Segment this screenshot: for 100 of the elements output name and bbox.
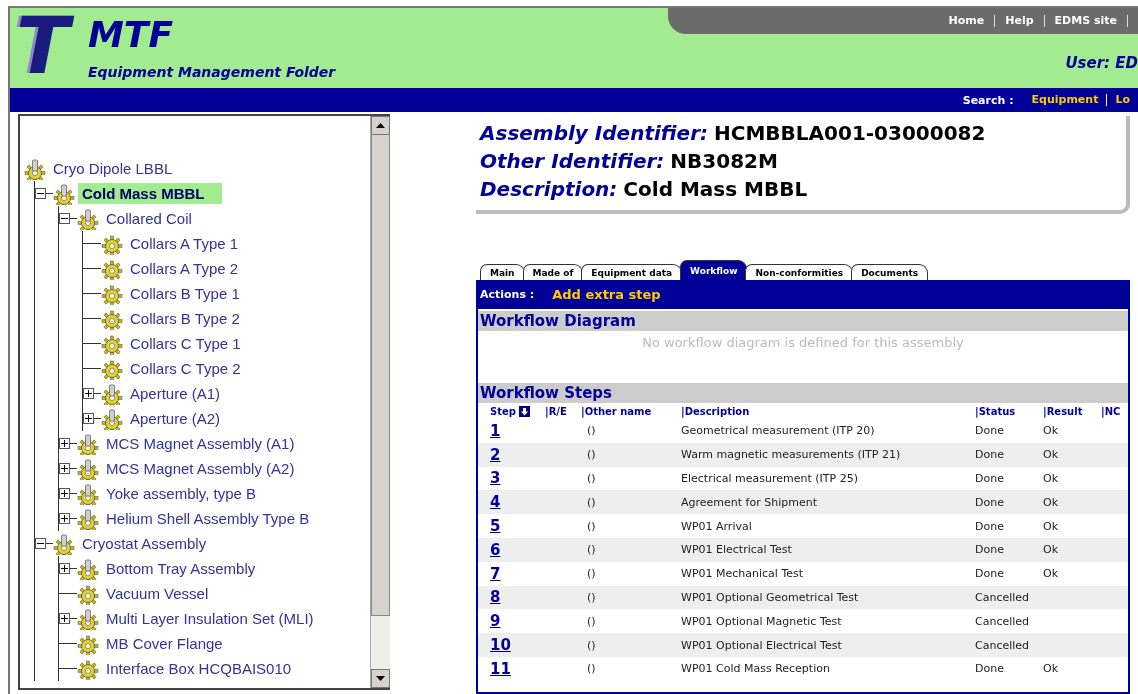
tree-item[interactable]: Collars B Type 2 — [126, 308, 244, 329]
scrollbar[interactable] — [370, 116, 390, 688]
expand-toggle[interactable] — [59, 613, 70, 624]
tree-item[interactable]: Cryostat Assembly — [78, 533, 211, 554]
tree-item[interactable]: Interface Box HCQBAIS010 — [102, 658, 296, 679]
table-cell-text: WP01 Mechanical Test — [681, 567, 805, 581]
table-cell-text: Done — [975, 519, 1005, 533]
table-cell-text: () — [586, 448, 597, 462]
tree-item[interactable]: Collars A Type 1 — [126, 233, 243, 254]
scroll-down-button[interactable] — [371, 669, 390, 688]
step-link[interactable]: 8 — [490, 588, 501, 607]
tree-item[interactable]: Multi Layer Insulation Set (MLI) — [102, 608, 318, 629]
tree-item[interactable]: Vacuum Vessel — [102, 583, 213, 604]
gear-bolt-icon — [101, 382, 123, 405]
user-label: User: ED — [1065, 54, 1138, 72]
gear-icon — [101, 307, 123, 330]
step-link[interactable]: 6 — [490, 540, 501, 559]
column-header[interactable]: |Result — [1043, 405, 1083, 417]
gear-bolt-icon — [77, 432, 99, 455]
tree-item[interactable]: Yoke assembly, type B — [102, 483, 261, 504]
gear-icon — [101, 357, 123, 380]
table-cell-text: Ok — [1043, 495, 1060, 509]
step-link[interactable]: 11 — [490, 659, 511, 678]
step-link[interactable]: 2 — [490, 445, 501, 464]
identifier-value: HCMBBLA001-03000082 — [714, 121, 986, 145]
search-link[interactable]: Equipment — [1023, 94, 1107, 106]
expand-toggle[interactable] — [59, 488, 70, 499]
table-cell-text: Done — [975, 543, 1005, 557]
tab[interactable]: Equipment data — [581, 264, 683, 280]
step-link[interactable]: 3 — [490, 469, 501, 488]
table-cell-text: Done — [975, 448, 1005, 462]
step-link[interactable]: 1 — [490, 421, 501, 440]
table-cell-text: Ok — [1043, 424, 1060, 438]
tab[interactable]: Non-conformities — [745, 264, 854, 280]
tree-item[interactable]: Collars C Type 2 — [126, 358, 245, 379]
identifier-label: Assembly Identifier: — [480, 121, 708, 145]
tree-item[interactable]: Bottom Tray Assembly — [102, 558, 260, 579]
tree-item[interactable]: Helium Shell Assembly Type B — [102, 508, 314, 529]
step-link[interactable]: 7 — [490, 564, 501, 583]
nav-link[interactable]: Help — [995, 15, 1045, 27]
tree-item[interactable]: Cold Mass MBBL — [78, 183, 222, 204]
table-cell-text: Ok — [1043, 472, 1060, 485]
scroll-thumb[interactable] — [371, 135, 390, 616]
gear-bolt-icon — [77, 457, 99, 480]
plus-icon — [61, 615, 68, 622]
tree-item[interactable]: Collars A Type 2 — [126, 258, 243, 279]
table-cell-text: () — [586, 614, 597, 628]
column-header[interactable]: Step — [490, 405, 516, 417]
scroll-up-button[interactable] — [371, 116, 390, 135]
tree-item[interactable]: MB Cover Flange — [102, 633, 227, 654]
gear-icon — [77, 657, 99, 680]
search-link[interactable]: Lo — [1106, 94, 1138, 106]
gear-bolt-icon — [77, 507, 99, 530]
plus-icon — [61, 465, 68, 472]
expand-toggle[interactable] — [83, 388, 94, 399]
column-header[interactable]: |R/E — [545, 405, 567, 417]
tab[interactable]: Documents — [851, 264, 929, 280]
expand-toggle[interactable] — [83, 413, 94, 424]
table-cell-text: Done — [975, 424, 1005, 438]
tree-item[interactable]: Collared Coil — [102, 208, 196, 229]
table-cell-text: () — [586, 662, 597, 676]
tree-item[interactable]: Collars C Type 1 — [126, 333, 245, 354]
step-link[interactable]: 9 — [490, 612, 501, 631]
table-cell-text: () — [586, 543, 597, 557]
table-cell-text: WP01 Optional Magnetic Test — [681, 614, 843, 628]
tree-item[interactable]: MCS Magnet Assembly (A2) — [102, 458, 299, 479]
collapse-toggle[interactable] — [35, 188, 46, 199]
nav-link[interactable]: Home — [938, 15, 996, 27]
tree-item[interactable]: Collars B Type 1 — [126, 283, 244, 304]
column-header[interactable]: |NC — [1101, 405, 1121, 417]
expand-toggle[interactable] — [59, 563, 70, 574]
step-link[interactable]: 4 — [490, 493, 501, 512]
gear-bolt-icon — [53, 532, 75, 555]
column-header[interactable]: |Status — [975, 405, 1016, 417]
expand-toggle[interactable] — [59, 463, 70, 474]
column-header[interactable]: |Other name — [581, 405, 652, 417]
table-cell-text: () — [586, 567, 597, 581]
step-link[interactable]: 5 — [490, 517, 501, 536]
expand-toggle[interactable] — [59, 438, 70, 449]
tree-item[interactable]: Aperture (A1) — [126, 383, 225, 404]
action-link[interactable]: Add extra step — [552, 287, 661, 302]
collapse-toggle[interactable] — [59, 213, 70, 224]
step-link[interactable]: 10 — [490, 636, 511, 655]
collapse-toggle[interactable] — [35, 538, 46, 549]
nav-link[interactable]: EDMS site — [1044, 15, 1128, 27]
tab[interactable]: Made of — [522, 264, 584, 280]
table-cell-text: () — [586, 590, 597, 604]
expand-toggle[interactable] — [59, 513, 70, 524]
table-cell-text: Geometrical measurement (ITP 20) — [681, 424, 876, 438]
up-arrow-icon — [376, 123, 385, 128]
table-cell-text: Ok — [1043, 519, 1060, 533]
tree-item[interactable]: MCS Magnet Assembly (A1) — [102, 433, 299, 454]
table-cell-text: Ok — [1043, 543, 1060, 557]
tree-item[interactable]: Aperture (A2) — [126, 408, 225, 429]
tab[interactable]: Main — [480, 264, 525, 280]
logo: T — [10, 8, 88, 88]
column-header[interactable]: |Description — [681, 405, 750, 417]
tree-item[interactable]: Cryo Dipole LBBL — [49, 158, 177, 179]
sort-down-icon[interactable] — [518, 405, 530, 417]
tab[interactable]: Workflow — [680, 260, 748, 280]
